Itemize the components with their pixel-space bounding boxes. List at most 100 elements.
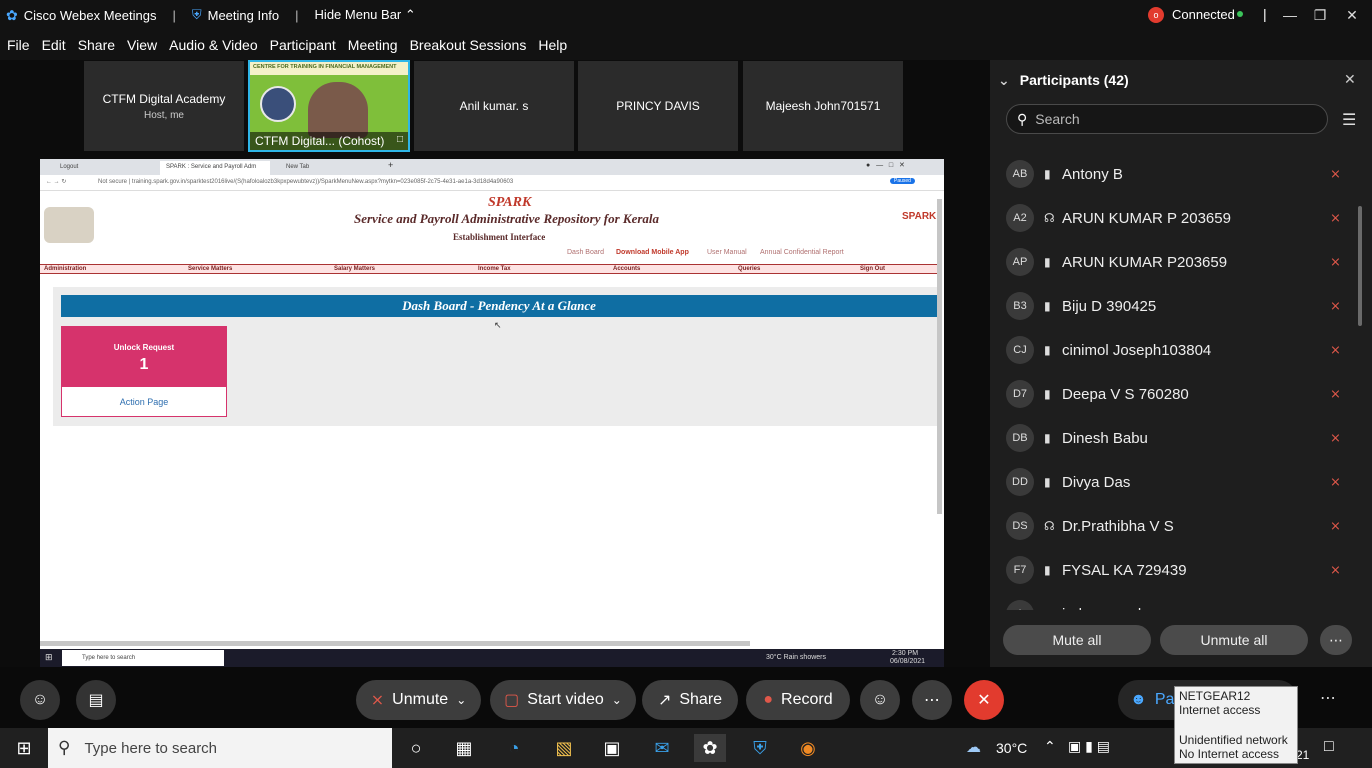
menu-administration[interactable]: Administration [44,266,86,272]
cortana-icon[interactable]: ○ [400,734,432,762]
collapse-chevron-icon[interactable]: ⌄ [998,72,1010,89]
chevron-up-icon[interactable]: ⌃ [1044,738,1056,755]
video-tile-host[interactable]: CTFM Digital Academy Host, me [84,61,244,151]
participant-row[interactable]: CJ ▮ cinimol Joseph103804 ⨯ [990,328,1360,372]
sort-list-icon[interactable]: ☰ [1342,110,1356,130]
closed-captions-icon[interactable]: ▤ [76,680,116,720]
mic-muted-icon[interactable]: ⨯ [1330,254,1341,270]
menu-accounts[interactable]: Accounts [613,266,640,272]
mic-muted-icon[interactable]: ⨯ [1330,166,1341,182]
minimize-icon[interactable]: — [1274,0,1306,30]
menu-breakout-sessions[interactable]: Breakout Sessions [410,37,527,53]
chevron-down-icon[interactable]: ⌄ [456,693,466,707]
weather-cloud-icon[interactable]: ☁ [966,738,981,756]
record-button[interactable]: ● Record [746,680,850,720]
unmute-button[interactable]: ⨯ Unmute ⌄ [356,680,481,720]
nav-acr[interactable]: Annual Confidential Report [760,249,844,256]
page-scrollbar[interactable] [937,199,942,514]
mic-muted-icon[interactable]: ⨯ [1330,386,1341,402]
more-icon[interactable]: ⋯ [912,680,952,720]
video-tile-majeesh[interactable]: Majeesh John701571 [743,61,903,151]
chevron-down-icon[interactable]: ⌄ [612,693,622,707]
file-explorer-icon[interactable]: ▧ [548,734,580,762]
menu-help[interactable]: Help [538,37,567,53]
security-app-icon[interactable]: ⛨ [744,734,776,762]
task-view-icon[interactable]: ▦ [448,734,480,762]
share-button[interactable]: ↗ Share [642,680,738,720]
mic-muted-icon[interactable]: ⨯ [1330,606,1341,610]
mic-muted-icon[interactable]: ⨯ [1330,518,1341,534]
mic-muted-icon[interactable]: ⨯ [1330,474,1341,490]
menu-participant[interactable]: Participant [270,37,336,53]
tray-icons[interactable]: ▣ ▮ ▤ [1068,738,1110,755]
nav-user-manual[interactable]: User Manual [707,249,747,256]
browser-tab-logout[interactable]: Logout [54,161,84,175]
video-tile-cohost[interactable]: CENTRE FOR TRAINING IN FINANCIAL MANAGEM… [248,60,410,152]
menu-meeting[interactable]: Meeting [348,37,398,53]
menu-share[interactable]: Share [78,37,115,53]
mail-icon[interactable]: ✉ [646,734,678,762]
url-text[interactable]: Not secure | training.spark.gov.in/spark… [98,179,513,185]
participant-row[interactable]: F7 ▮ FYSAL KA 729439 ⨯ [990,548,1360,592]
menu-file[interactable]: File [7,37,30,53]
nav-dash-board[interactable]: Dash Board [567,249,604,256]
meeting-info-button[interactable]: Meeting Info [208,8,280,23]
participant-row[interactable]: AB ▮ Antony B ⨯ [990,152,1360,196]
unlock-request-card[interactable]: Unlock Request 1 Action Page [61,326,227,417]
shared-screen[interactable]: Logout SPARK : Service and Payroll Adm N… [40,159,944,667]
action-page-link[interactable]: Action Page [62,397,226,407]
participant-row[interactable]: B3 ▮ Biju D 390425 ⨯ [990,284,1360,328]
maximize-icon[interactable]: ❐ [1304,0,1336,30]
new-tab-icon[interactable]: + [388,160,393,170]
mic-muted-icon[interactable]: ⨯ [1330,210,1341,226]
participant-row[interactable]: DD ▮ Divya Das ⨯ [990,460,1360,504]
unmute-all-button[interactable]: Unmute all [1160,625,1308,655]
participant-search[interactable]: ⚲ [1006,104,1328,134]
page-horizontal-scrollbar[interactable] [40,641,750,646]
nav-download-mobile-app[interactable]: Download Mobile App [616,249,689,256]
menu-service-matters[interactable]: Service Matters [188,266,232,272]
mute-all-button[interactable]: Mute all [1003,625,1151,655]
edge-icon[interactable]: ◔ [498,734,530,762]
mic-muted-icon[interactable]: ⨯ [1330,342,1341,358]
participant-row[interactable]: DB ▮ Dinesh Babu ⨯ [990,416,1360,460]
menu-view[interactable]: View [127,37,157,53]
participant-row[interactable]: I ▮ indraprasad ⨯ [990,592,1360,610]
taskbar-search-input[interactable] [84,739,284,757]
hide-menu-bar-button[interactable]: Hide Menu Bar ⌃ [315,7,416,23]
participant-row[interactable]: AP ▮ ARUN KUMAR P203659 ⨯ [990,240,1360,284]
end-meeting-icon[interactable]: ✕ [964,680,1004,720]
participant-list-scrollbar[interactable] [1358,206,1362,326]
close-icon[interactable]: ✕ [1336,0,1368,30]
notification-icon[interactable]: □ [1324,738,1334,756]
reactions-icon[interactable]: ☺ [860,680,900,720]
browser-tab-spark[interactable]: SPARK : Service and Payroll Adm [160,161,270,175]
participant-row[interactable]: DS ☊ Dr.Prathibha V S ⨯ [990,504,1360,548]
menu-queries[interactable]: Queries [738,266,760,272]
windows-start-icon[interactable]: ⊞ [8,734,40,762]
menu-salary-matters[interactable]: Salary Matters [334,266,375,272]
webex-taskbar-icon[interactable]: ✿ [694,734,726,762]
video-tile-anil[interactable]: Anil kumar. s [414,61,574,151]
paused-badge[interactable]: Paused [890,178,915,184]
browser-tab-newtab[interactable]: New Tab [280,161,315,175]
menu-income-tax[interactable]: Income Tax [478,266,511,272]
store-icon[interactable]: ▣ [596,734,628,762]
temperature[interactable]: 30°C [996,740,1027,756]
more-panels-icon[interactable]: ⋯ [1320,688,1336,708]
participant-row[interactable]: D7 ▮ Deepa V S 760280 ⨯ [990,372,1360,416]
menu-edit[interactable]: Edit [42,37,66,53]
more-options-icon[interactable]: ⋯ [1320,625,1352,655]
participant-search-input[interactable] [1035,111,1296,127]
video-tile-princy[interactable]: PRINCY DAVIS [578,61,738,151]
taskbar-search[interactable]: ⚲ [48,728,392,768]
start-video-button[interactable]: ▢ Start video ⌄ [490,680,636,720]
close-panel-icon[interactable]: ✕ [1344,71,1356,88]
firefox-icon[interactable]: ◉ [792,734,824,762]
participant-row[interactable]: A2 ☊ ARUN KUMAR P 203659 ⨯ [990,196,1360,240]
mic-muted-icon[interactable]: ⨯ [1330,562,1341,578]
menu-audio-video[interactable]: Audio & Video [169,37,257,53]
assistant-icon[interactable]: ☺ [20,680,60,720]
mic-muted-icon[interactable]: ⨯ [1330,298,1341,314]
clock[interactable]: 21 [1296,748,1309,762]
